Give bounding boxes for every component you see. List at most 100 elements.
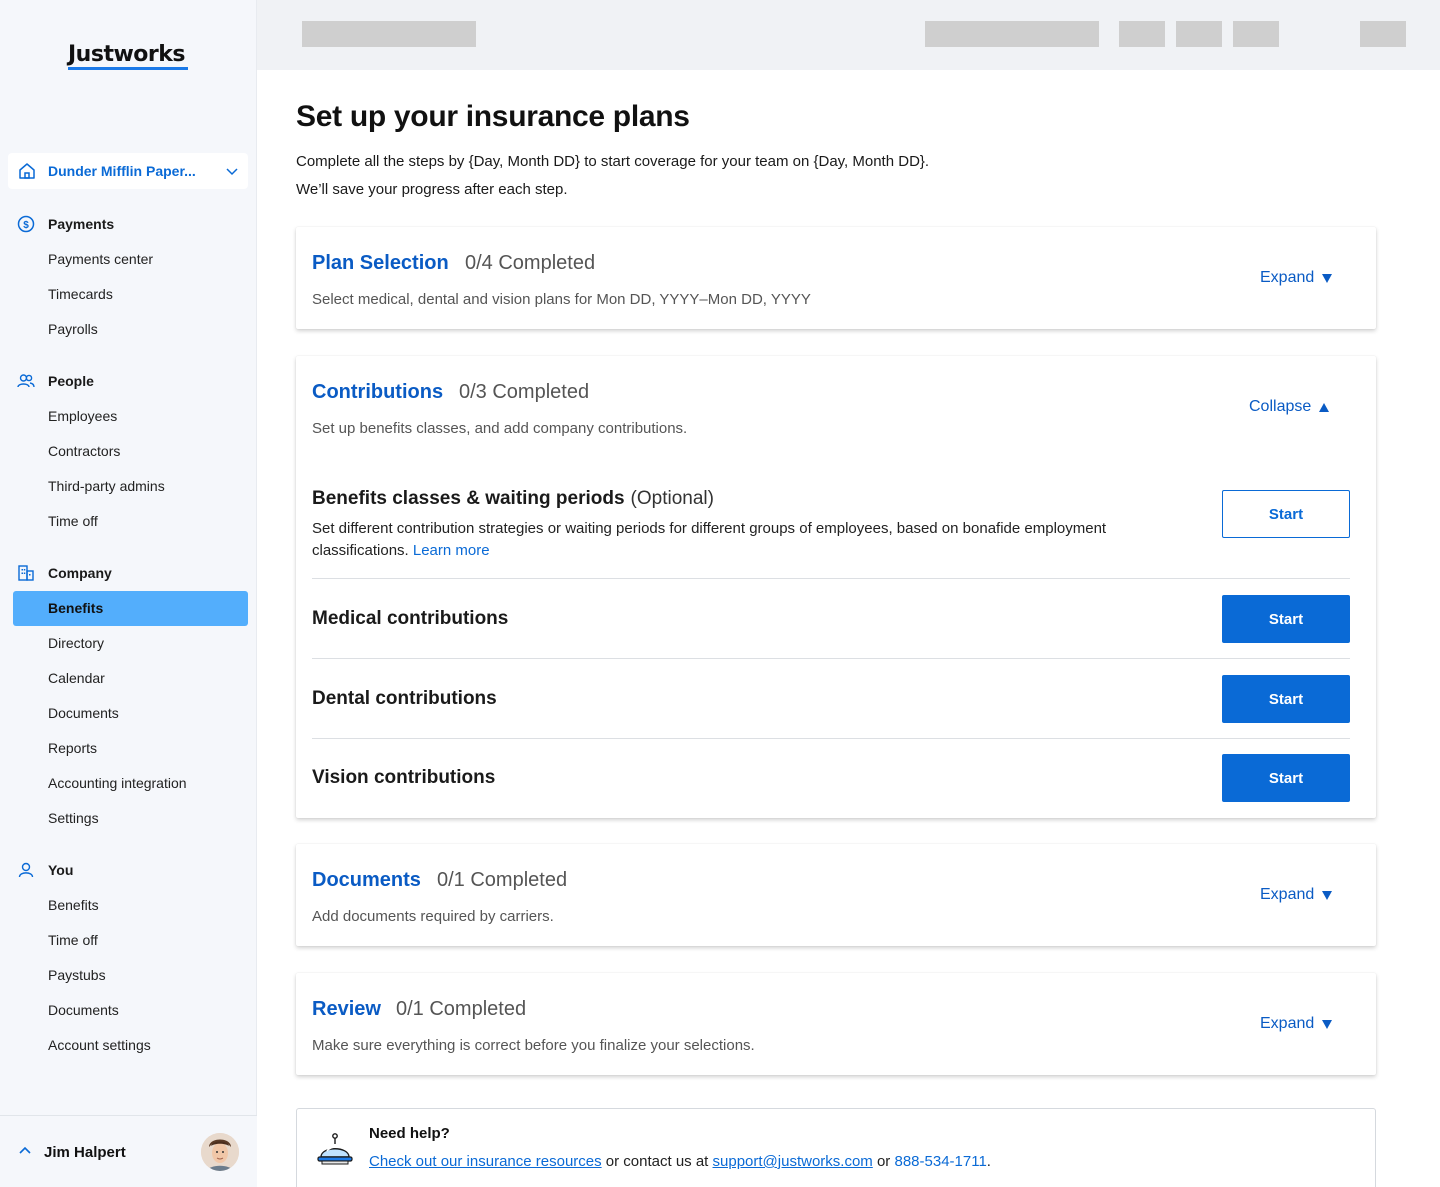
triangle-down-icon — [1322, 273, 1333, 283]
placeholder-block — [302, 21, 476, 47]
sidebar-item-third-party-admins[interactable]: Third-party admins — [13, 469, 248, 504]
placeholder-block[interactable] — [1119, 21, 1165, 47]
sidebar-item-you-time-off[interactable]: Time off — [13, 923, 248, 958]
help-title: Need help? — [369, 1125, 450, 1142]
company-name: Dunder Mifflin Paper... — [48, 163, 196, 179]
person-icon — [18, 862, 34, 878]
step-title-text: Benefits classes & waiting periods — [312, 488, 625, 509]
support-email-link[interactable]: support@justworks.com — [713, 1153, 873, 1170]
nav-section-label: Payments — [48, 216, 115, 232]
plan-selection-card: Plan Selection 0/4 Completed Select medi… — [296, 227, 1376, 329]
company-selector[interactable]: Dunder Mifflin Paper... — [8, 153, 248, 189]
sidebar-item-payrolls[interactable]: Payrolls — [13, 312, 248, 347]
chevron-down-icon — [226, 168, 238, 176]
user-menu[interactable]: Jim Halpert — [0, 1115, 257, 1187]
sidebar: Justworks Dunder Mifflin Paper... $ Paym… — [0, 0, 257, 1187]
page-title: Set up your insurance plans — [296, 100, 690, 133]
expand-button[interactable]: Expand — [1260, 1015, 1333, 1033]
sidebar-item-calendar[interactable]: Calendar — [13, 661, 248, 696]
placeholder-block[interactable] — [925, 21, 1099, 47]
start-dental-button[interactable]: Start — [1222, 675, 1350, 723]
sidebar-item-label: Documents — [48, 1002, 119, 1018]
avatar-image — [201, 1133, 239, 1171]
start-vision-button[interactable]: Start — [1222, 754, 1350, 802]
sidebar-item-label: Account settings — [48, 1037, 151, 1053]
sidebar-item-label: Contractors — [48, 443, 121, 459]
start-benefits-classes-button[interactable]: Start — [1222, 490, 1350, 538]
nav-section-you: You — [0, 858, 257, 882]
help-box: Need help? Check out our insurance resou… — [296, 1108, 1376, 1187]
toggle-label: Expand — [1260, 269, 1315, 286]
page-subtitle-save: We’ll save your progress after each step… — [296, 181, 568, 198]
logo-underline — [68, 67, 188, 70]
toggle-label: Expand — [1260, 886, 1315, 903]
nav-section-label: Company — [48, 565, 112, 581]
card-progress: 0/4 Completed — [465, 252, 596, 274]
card-progress: 0/1 Completed — [437, 869, 568, 891]
step-medical-title: Medical contributions — [312, 608, 509, 629]
divider — [312, 658, 1350, 659]
divider — [312, 738, 1350, 739]
triangle-down-icon — [1322, 890, 1333, 900]
sidebar-item-label: Employees — [48, 408, 118, 424]
expand-button[interactable]: Expand — [1260, 886, 1333, 904]
support-phone-link[interactable]: 888-534-1711 — [894, 1153, 986, 1170]
sidebar-item-contractors[interactable]: Contractors — [13, 434, 248, 469]
card-progress: 0/3 Completed — [459, 381, 590, 403]
top-bar — [257, 0, 1440, 70]
learn-more-link[interactable]: Learn more — [413, 542, 490, 559]
sidebar-item-reports[interactable]: Reports — [13, 731, 248, 766]
placeholder-block[interactable] — [1176, 21, 1222, 47]
dollar-circle-icon: $ — [17, 215, 35, 233]
card-description: Set up benefits classes, and add company… — [312, 420, 688, 437]
sidebar-item-label: Accounting integration — [48, 775, 187, 791]
nav-section-people: People — [0, 369, 257, 393]
sidebar-item-account-settings[interactable]: Account settings — [13, 1028, 248, 1063]
nav-section-payments: $ Payments — [0, 212, 257, 236]
sidebar-item-label: Reports — [48, 740, 98, 756]
sidebar-item-company-benefits[interactable]: Benefits — [13, 591, 248, 626]
sidebar-item-directory[interactable]: Directory — [13, 626, 248, 661]
optional-tag: (Optional) — [630, 488, 714, 509]
building-icon — [18, 565, 34, 581]
sidebar-item-label: Timecards — [48, 286, 113, 302]
review-card: Review 0/1 Completed Make sure everythin… — [296, 973, 1376, 1075]
sidebar-item-you-benefits[interactable]: Benefits — [13, 888, 248, 923]
sidebar-item-employees[interactable]: Employees — [13, 399, 248, 434]
placeholder-block[interactable] — [1360, 21, 1406, 47]
sidebar-item-company-documents[interactable]: Documents — [13, 696, 248, 731]
sidebar-item-label: Payrolls — [48, 321, 98, 337]
sidebar-item-paystubs[interactable]: Paystubs — [13, 958, 248, 993]
step-dental-title: Dental contributions — [312, 688, 497, 709]
step-description: Set different contribution strategies or… — [312, 518, 1112, 562]
sidebar-item-label: Time off — [48, 513, 98, 529]
svg-text:$: $ — [23, 220, 29, 231]
sidebar-item-accounting-integration[interactable]: Accounting integration — [13, 766, 248, 801]
sidebar-item-you-documents[interactable]: Documents — [13, 993, 248, 1028]
sidebar-item-label: Third-party admins — [48, 478, 165, 494]
sidebar-item-label: Payments center — [48, 251, 154, 267]
expand-button[interactable]: Expand — [1260, 269, 1333, 287]
toggle-label: Collapse — [1249, 398, 1312, 415]
divider — [312, 578, 1350, 579]
justworks-logo[interactable]: Justworks — [68, 42, 185, 67]
start-medical-button[interactable]: Start — [1222, 595, 1350, 643]
sidebar-item-time-off[interactable]: Time off — [13, 504, 248, 539]
step-benefits-classes: Benefits classes & waiting periods (Optio… — [312, 488, 1350, 578]
sidebar-item-settings[interactable]: Settings — [13, 801, 248, 836]
sidebar-item-label: Benefits — [48, 600, 104, 616]
nav-section-label: You — [48, 862, 74, 878]
sidebar-item-payments-center[interactable]: Payments center — [13, 242, 248, 277]
step-title: Benefits classes & waiting periods (Optio… — [312, 488, 714, 510]
avatar[interactable] — [201, 1133, 239, 1171]
toggle-label: Expand — [1260, 1015, 1315, 1032]
home-icon — [19, 163, 35, 179]
collapse-button[interactable]: Collapse — [1249, 398, 1330, 416]
card-description: Make sure everything is correct before y… — [312, 1037, 755, 1054]
sidebar-item-label: Time off — [48, 932, 98, 948]
insurance-resources-link[interactable]: Check out our insurance resources — [369, 1153, 602, 1170]
sidebar-item-timecards[interactable]: Timecards — [13, 277, 248, 312]
triangle-down-icon — [1322, 1019, 1333, 1029]
placeholder-block[interactable] — [1233, 21, 1279, 47]
sidebar-item-label: Settings — [48, 810, 99, 826]
